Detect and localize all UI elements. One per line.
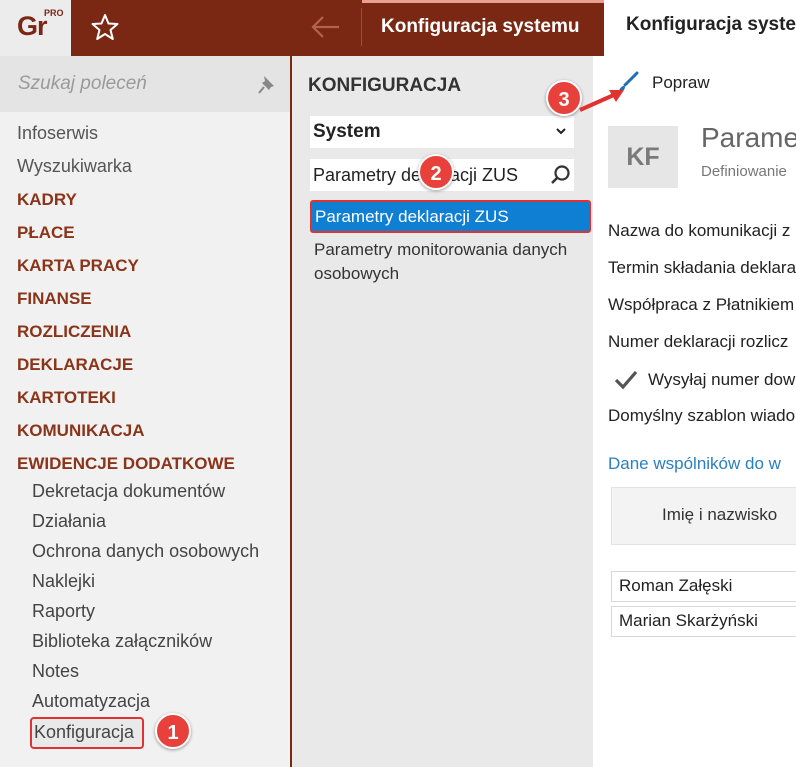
sidebar-subitem-notes[interactable]: Notes [0, 656, 290, 686]
logo-text: Gr [17, 11, 47, 41]
module-select[interactable]: System [310, 116, 574, 148]
sidebar-item-kadry[interactable]: KADRY [0, 186, 290, 219]
command-search-input[interactable] [0, 56, 250, 112]
field-label: Współpraca z Płatnikiem [608, 295, 795, 314]
field-label: Numer deklaracji rozlicz [608, 332, 789, 351]
callout-badge-2: 2 [418, 154, 454, 190]
callout-arrow-icon [579, 90, 624, 112]
edit-button[interactable]: Popraw [616, 70, 756, 100]
panel-title: KONFIGURACJA [308, 75, 462, 96]
sidebar-nav: Infoserwis Wyszukiwarka KADRY PŁACE KART… [0, 120, 290, 483]
field-label: Domyślny szablon wiado [608, 406, 796, 425]
chevron-down-icon [556, 128, 566, 135]
table-header[interactable]: Imię i nazwisko [611, 487, 796, 545]
sidebar-item-rozliczenia[interactable]: ROZLICZENIA [0, 318, 290, 351]
sidebar-subnav: Dekretacja dokumentów Działania Ochrona … [0, 476, 290, 716]
pin-icon[interactable] [256, 74, 278, 96]
send-number-checkbox[interactable]: Wysyłaj numer dow [613, 366, 796, 396]
sidebar-item-kartoteki[interactable]: KARTOTEKI [0, 384, 290, 417]
module-select-value: System [313, 121, 381, 142]
page-title: Paramet [701, 122, 796, 153]
checkbox-label: Wysyłaj numer dow [648, 370, 796, 389]
sidebar-item-komunikacja[interactable]: KOMUNIKACJA [0, 417, 290, 450]
app-logo[interactable]: Gr PRO [0, 0, 71, 56]
search-icon[interactable] [549, 164, 571, 186]
callout-badge-3: 3 [546, 80, 582, 116]
back-arrow-icon[interactable] [308, 12, 342, 42]
sidebar-subitem-dekretacja[interactable]: Dekretacja dokumentów [0, 476, 290, 506]
details-panel: Popraw KF Paramet Definiowanie Nazwa do … [593, 56, 796, 767]
field-label: Termin składania deklara [608, 258, 796, 277]
checkmark-icon [614, 370, 638, 390]
sidebar-subitem-dzialania[interactable]: Działania [0, 506, 290, 536]
star-icon[interactable] [90, 12, 120, 42]
sidebar-item-deklaracje[interactable]: DEKLARACJE [0, 351, 290, 384]
table-row[interactable]: Roman Załęski [611, 571, 796, 602]
sidebar-item-wyszukiwarka[interactable]: Wyszukiwarka [0, 153, 290, 186]
sidebar: Infoserwis Wyszukiwarka KADRY PŁACE KART… [0, 56, 292, 767]
tab-konfiguracja-systemu-active[interactable]: Konfiguracja systemu [362, 0, 604, 56]
edit-button-label: Popraw [652, 73, 710, 92]
sidebar-subitem-konfiguracja[interactable]: Konfiguracja [30, 717, 144, 749]
sidebar-subitem-biblioteka[interactable]: Biblioteka załączników [0, 626, 290, 656]
result-item[interactable]: Parametry monitorowania danych osobowych [314, 238, 589, 286]
tab-konfiguracja-systemu[interactable]: Konfiguracja systemu [604, 0, 796, 56]
sidebar-item-karta-pracy[interactable]: KARTA PRACY [0, 252, 290, 285]
sidebar-item-finanse[interactable]: FINANSE [0, 285, 290, 318]
sidebar-item-place[interactable]: PŁACE [0, 219, 290, 252]
sidebar-subitem-naklejki[interactable]: Naklejki [0, 566, 290, 596]
module-badge: KF [608, 126, 678, 188]
result-item-selected[interactable]: Parametry deklaracji ZUS [310, 200, 591, 233]
logo-sup: PRO [44, 8, 64, 18]
parameters-form: Nazwa do komunikacji z Termin składania … [608, 218, 796, 366]
sidebar-item-infoserwis[interactable]: Infoserwis [0, 120, 290, 153]
sidebar-subitem-ochrona-danych[interactable]: Ochrona danych osobowych [0, 536, 290, 566]
top-bar: Gr PRO Konfiguracja systemu Konfiguracja… [0, 0, 796, 56]
sidebar-subitem-automatyzacja[interactable]: Automatyzacja [0, 686, 290, 716]
page-subtitle: Definiowanie [701, 163, 787, 180]
field-label: Nazwa do komunikacji z [608, 221, 791, 240]
sidebar-subitem-raporty[interactable]: Raporty [0, 596, 290, 626]
command-search [0, 56, 290, 112]
callout-badge-1: 1 [155, 713, 191, 749]
partners-link[interactable]: Dane wspólników do w [608, 454, 781, 474]
table-row[interactable]: Marian Skarżyński [611, 606, 796, 637]
partners-table: Imię i nazwisko Roman Załęski Marian Ska… [611, 487, 796, 637]
